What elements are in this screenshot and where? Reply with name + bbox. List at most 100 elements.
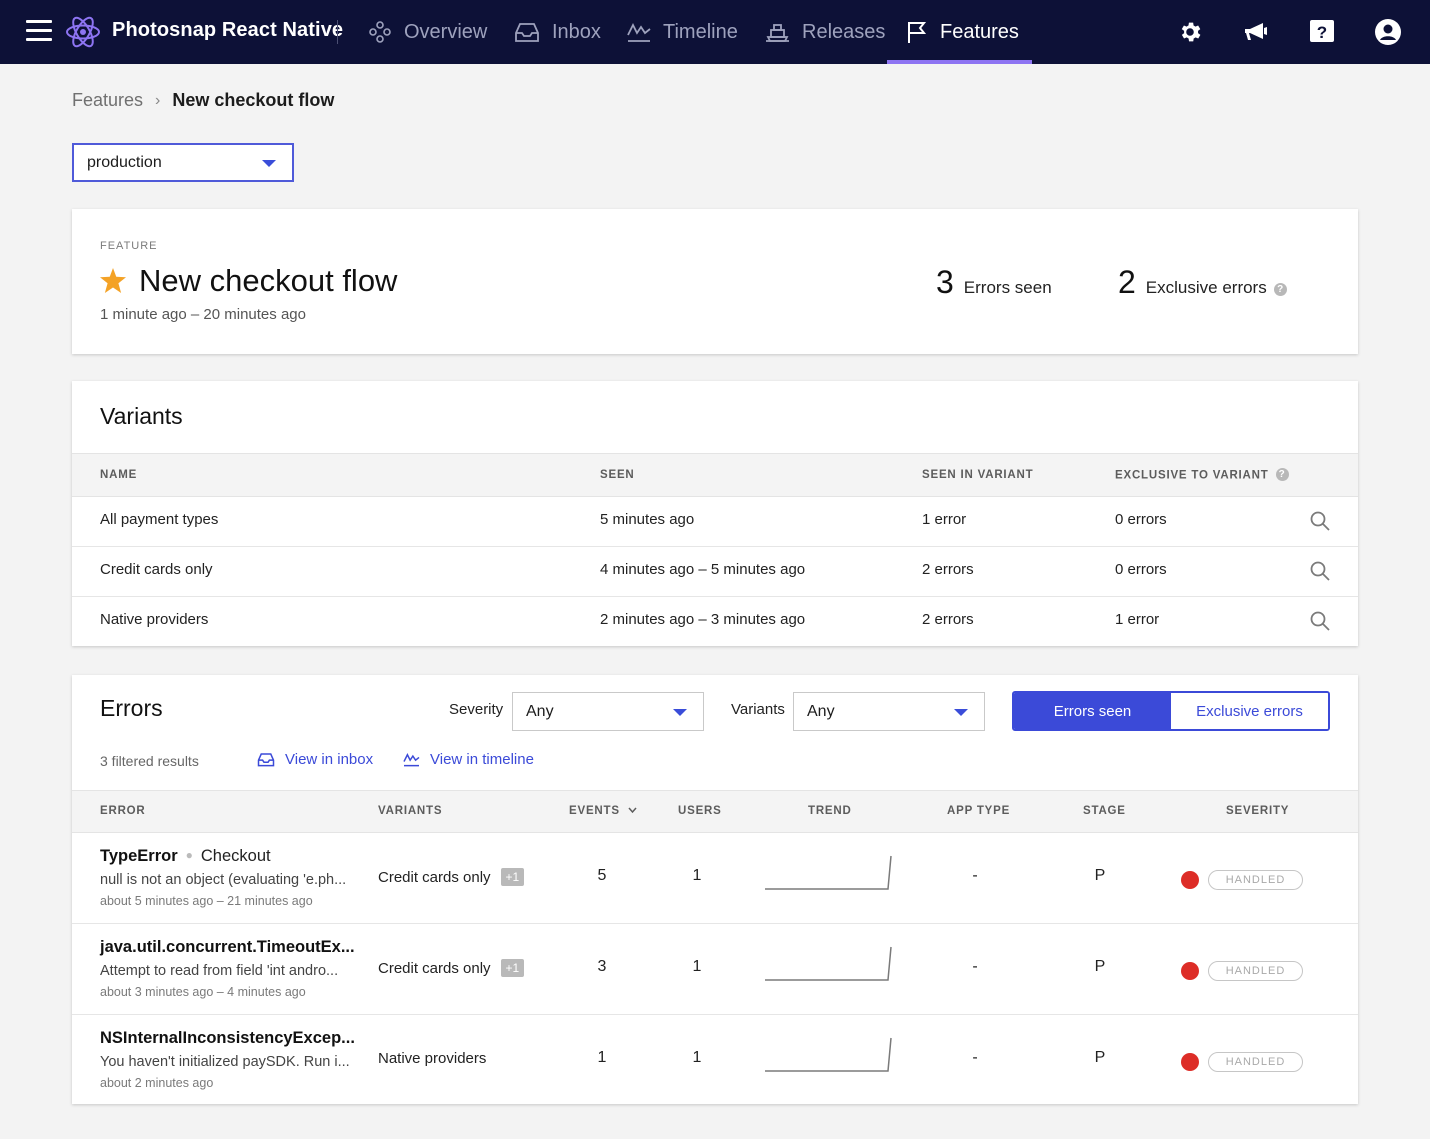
table-row[interactable]: Native providers 2 minutes ago – 3 minut… [72,597,1358,647]
more-variants-badge[interactable]: +1 [500,868,525,886]
chevron-down-icon [673,708,687,716]
variant-exclusive-count: 1 error [1115,611,1160,628]
svg-text:?: ? [1317,23,1327,42]
toggle-exclusive-errors[interactable]: Exclusive errors [1171,693,1328,729]
gear-icon [1181,22,1201,42]
error-time: about 5 minutes ago – 21 minutes ago [100,894,313,908]
table-row[interactable]: NSInternalInconsistencyExcep... You have… [72,1015,1358,1106]
help-button[interactable]: ? [1306,16,1338,48]
nav-item-overview[interactable]: Overview [368,0,487,64]
error-context: Checkout [200,847,271,865]
table-row[interactable]: Credit cards only 4 minutes ago – 5 minu… [72,547,1358,597]
exclusive-errors-count: 2 [1118,264,1136,300]
error-message: You haven't initialized paySDK. Run i... [100,1054,350,1070]
variant-seen-count: 2 errors [922,611,974,628]
hamburger-menu-icon[interactable] [26,20,52,42]
inbox-icon [257,753,275,767]
question-circle-icon[interactable]: ? [1275,468,1289,481]
chevron-down-icon [954,708,968,716]
errors-seen-label: Errors seen [963,278,1052,297]
severity-filter-label: Severity [449,701,504,718]
app-logo-icon[interactable] [64,13,102,51]
column-seen-in-variant: Seen in variant [922,469,1034,481]
environment-select[interactable]: production [72,143,294,182]
toggle-errors-seen[interactable]: Errors seen [1014,693,1171,729]
breadcrumb: Features › New checkout flow [72,90,334,111]
variants-table-body: All payment types 5 minutes ago 1 error … [72,497,1358,646]
severity-filter-select[interactable]: Any [512,692,704,731]
timeline-icon [403,753,420,767]
chevron-down-icon [628,807,637,814]
column-stage: Stage [1083,805,1126,817]
announcements-button[interactable] [1240,16,1272,48]
error-events: 3 [597,958,607,975]
error-users: 1 [692,958,702,975]
error-message: Attempt to read from field 'int andro... [100,963,339,979]
handled-badge: HANDLED [1208,1052,1303,1072]
trend-sparkline [765,1037,892,1072]
nav-item-releases[interactable]: Releases [765,0,885,64]
errors-table-header: Error Variants Events Users Trend App ty… [72,790,1358,833]
error-time: about 2 minutes ago [100,1076,214,1090]
error-variants: Credit cards only +1 [378,959,525,977]
variants-filter-label: Variants [731,701,785,718]
search-icon[interactable] [1310,561,1330,581]
table-row[interactable]: All payment types 5 minutes ago 1 error … [72,497,1358,547]
help-icon: ? [1310,20,1334,42]
nav-item-timeline[interactable]: Timeline [627,0,738,64]
top-nav: Photosnap React Native Overview Inbox Ti… [0,0,1430,64]
error-stage: P [1094,867,1106,884]
nav-label: Features [940,20,1019,43]
error-events: 5 [597,867,607,884]
view-in-timeline-label: View in timeline [430,751,534,768]
separator-dot: ● [185,848,193,862]
view-in-timeline-link[interactable]: View in timeline [403,751,534,768]
nav-label: Releases [802,20,886,43]
question-circle-icon[interactable]: ? [1273,283,1287,296]
severity-error-dot [1181,871,1199,889]
column-events[interactable]: Events [569,805,637,817]
table-row[interactable]: java.util.concurrent.TimeoutEx... Attemp… [72,924,1358,1015]
column-severity: Severity [1226,805,1290,817]
errors-seen-stat: 3 Errors seen [936,264,1052,301]
search-icon[interactable] [1310,511,1330,531]
column-trend: Trend [808,805,852,817]
variants-card: Variants Name Seen Seen in variant Exclu… [72,381,1358,646]
view-in-inbox-link[interactable]: View in inbox [257,751,373,768]
settings-button[interactable] [1174,16,1206,48]
account-button[interactable] [1372,16,1404,48]
error-class: java.util.concurrent.TimeoutEx... [100,938,355,956]
feature-summary-card: FEATURE New checkout flow 1 minute ago –… [72,209,1358,354]
account-icon [1375,19,1401,45]
app-name[interactable]: Photosnap React Native [112,19,343,42]
overview-icon [369,21,391,43]
timeline-icon [627,22,651,42]
error-title: java.util.concurrent.TimeoutEx... [100,938,355,957]
nav-item-inbox[interactable]: Inbox [514,0,601,64]
column-events-label: Events [569,805,620,817]
error-variants: Native providers [378,1050,486,1067]
column-app-type: App type [947,805,1011,817]
handled-badge: HANDLED [1208,870,1303,890]
error-stage: P [1094,1049,1106,1066]
breadcrumb-current: New checkout flow [172,90,335,110]
more-variants-badge[interactable]: +1 [500,959,525,977]
column-users: Users [678,805,722,817]
breadcrumb-separator: › [155,91,161,109]
breadcrumb-features-link[interactable]: Features [72,90,143,111]
variants-filter-select[interactable]: Any [793,692,985,731]
error-users: 1 [692,867,702,884]
table-row[interactable]: TypeError ● Checkout null is not an object… [72,833,1358,924]
severity-error-dot [1181,1053,1199,1071]
trend-sparkline [765,946,892,981]
star-icon[interactable] [100,268,126,293]
error-variants: Credit cards only +1 [378,868,525,886]
error-variant-name: Native providers [378,1050,487,1067]
variants-filter-value: Any [807,702,835,720]
variant-name: Native providers [100,611,209,628]
search-icon[interactable] [1310,611,1330,631]
nav-item-features[interactable]: Features [887,0,1032,64]
error-class: NSInternalInconsistencyExcep... [100,1029,355,1047]
feature-title: New checkout flow [139,263,398,298]
errors-table-body: TypeError ● Checkout null is not an object… [72,833,1358,1104]
